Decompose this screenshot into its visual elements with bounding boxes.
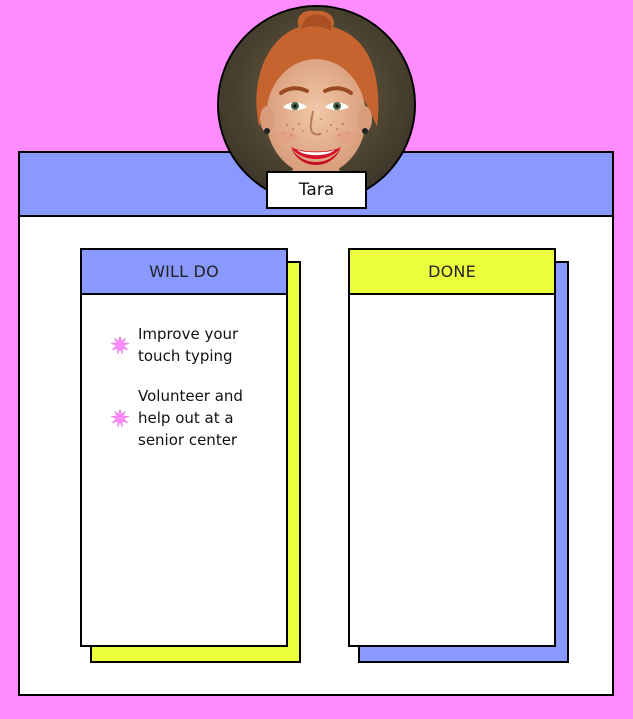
will-do-column-wrapper: WILL DO Improve your touch typing Volunt… bbox=[80, 248, 302, 664]
list-item-text: Improve your touch typing bbox=[138, 325, 239, 365]
list-item-text: Volunteer and help out at a senior cente… bbox=[138, 387, 243, 449]
done-column-header: DONE bbox=[350, 250, 554, 295]
done-column-title: DONE bbox=[428, 262, 476, 281]
will-do-column-title: WILL DO bbox=[149, 262, 219, 281]
kanban-page: WILL DO Improve your touch typing Volunt… bbox=[0, 0, 633, 719]
board: WILL DO Improve your touch typing Volunt… bbox=[18, 151, 614, 696]
done-column: DONE bbox=[348, 248, 556, 647]
done-list bbox=[350, 295, 554, 323]
list-item[interactable]: Volunteer and help out at a senior cente… bbox=[82, 385, 286, 451]
will-do-list: Improve your touch typing Volunteer and … bbox=[82, 295, 286, 451]
will-do-column-header: WILL DO bbox=[82, 250, 286, 295]
name-tag: Tara bbox=[266, 171, 367, 209]
will-do-column: WILL DO Improve your touch typing Volunt… bbox=[80, 248, 288, 647]
starburst-bullet-icon bbox=[111, 409, 129, 427]
profile-name: Tara bbox=[298, 180, 335, 200]
done-column-wrapper: DONE bbox=[348, 248, 570, 664]
list-item[interactable]: Improve your touch typing bbox=[82, 323, 286, 367]
starburst-bullet-icon bbox=[111, 336, 129, 354]
